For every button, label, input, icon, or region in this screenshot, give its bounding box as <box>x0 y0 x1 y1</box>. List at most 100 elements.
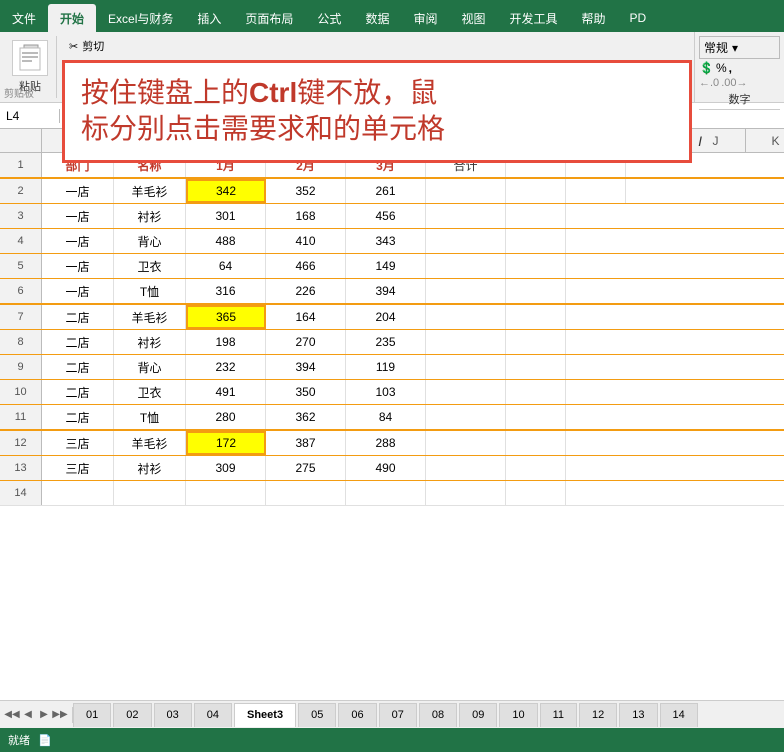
cell-4-feb[interactable]: 410 <box>266 229 346 253</box>
sheet-tab-04[interactable]: 04 <box>194 703 232 727</box>
cell-7-jan[interactable]: 365 <box>186 305 266 329</box>
cell-13-feb[interactable]: 275 <box>266 456 346 480</box>
cell-3-name[interactable]: 衬衫 <box>114 204 186 228</box>
number-format-dropdown[interactable]: 常规 ▾ <box>699 36 780 59</box>
cell-2-name[interactable]: 羊毛衫 <box>114 179 186 203</box>
cell-13-dept[interactable]: 三店 <box>42 456 114 480</box>
percent-icon[interactable]: % <box>716 61 727 75</box>
cell-4-jan[interactable]: 488 <box>186 229 266 253</box>
cell-5-total[interactable] <box>426 254 506 278</box>
tab-help[interactable]: 帮助 <box>570 4 618 32</box>
comma-icon[interactable]: , <box>729 61 732 75</box>
tab-review[interactable]: 审阅 <box>401 4 449 32</box>
cell-name-box[interactable]: L4 <box>0 109 60 123</box>
cell-4-total[interactable] <box>426 229 506 253</box>
cell-5-jan[interactable]: 64 <box>186 254 266 278</box>
cell-11-jan[interactable]: 280 <box>186 405 266 429</box>
cell-12-mar[interactable]: 288 <box>346 431 426 455</box>
cell-12-name[interactable]: 羊毛衫 <box>114 431 186 455</box>
cell-5-dept[interactable]: 一店 <box>42 254 114 278</box>
tab-formula[interactable]: 公式 <box>305 4 353 32</box>
sheet-tab-10[interactable]: 10 <box>499 703 537 727</box>
sheet-tab-11[interactable]: 11 <box>540 703 577 727</box>
cell-7-mar[interactable]: 204 <box>346 305 426 329</box>
tab-developer[interactable]: 开发工具 <box>497 4 569 32</box>
tab-excel-finance[interactable]: Excel与财务 <box>96 4 185 32</box>
cell-6-total[interactable] <box>426 279 506 303</box>
cell-2-mar[interactable]: 261 <box>346 179 426 203</box>
tab-pd[interactable]: PD <box>618 4 659 32</box>
sheet-tab-01[interactable]: 01 <box>73 703 111 727</box>
cell-10-feb[interactable]: 350 <box>266 380 346 404</box>
cell-11-total[interactable] <box>426 405 506 429</box>
cell-11-mar[interactable]: 84 <box>346 405 426 429</box>
sheet-tab-06[interactable]: 06 <box>338 703 376 727</box>
sheet-nav-prev[interactable]: ◀ <box>20 707 36 723</box>
cell-5-name[interactable]: 卫衣 <box>114 254 186 278</box>
cell-8-dept[interactable]: 二店 <box>42 330 114 354</box>
sheet-tab-02[interactable]: 02 <box>113 703 151 727</box>
cell-14-mar[interactable] <box>346 481 426 505</box>
sheet-tab-sheet3[interactable]: Sheet3 <box>234 703 296 727</box>
cell-4-name[interactable]: 背心 <box>114 229 186 253</box>
cell-6-mar[interactable]: 394 <box>346 279 426 303</box>
cell-5-mar[interactable]: 149 <box>346 254 426 278</box>
status-page-icon[interactable]: 📄 <box>38 734 52 747</box>
cell-7-dept[interactable]: 二店 <box>42 305 114 329</box>
cell-14-name[interactable] <box>114 481 186 505</box>
cell-9-dept[interactable]: 二店 <box>42 355 114 379</box>
cut-button[interactable]: ✂ 剪切 <box>65 37 124 55</box>
cell-8-total[interactable] <box>426 330 506 354</box>
sheet-tab-09[interactable]: 09 <box>459 703 497 727</box>
sheet-tab-14[interactable]: 14 <box>660 703 698 727</box>
cell-7-total[interactable] <box>426 305 506 329</box>
cell-10-jan[interactable]: 491 <box>186 380 266 404</box>
tab-page-layout[interactable]: 页面布局 <box>233 4 305 32</box>
currency-icon[interactable]: 💲 <box>699 61 714 75</box>
cell-6-jan[interactable]: 316 <box>186 279 266 303</box>
sheet-tab-08[interactable]: 08 <box>419 703 457 727</box>
cell-13-mar[interactable]: 490 <box>346 456 426 480</box>
cell-14-jan[interactable] <box>186 481 266 505</box>
cell-11-dept[interactable]: 二店 <box>42 405 114 429</box>
spreadsheet-grid[interactable]: 1 部门 名称 1月 2月 3月 合计 2 一店 羊毛衫 342 352 261… <box>0 153 784 700</box>
cell-3-total[interactable] <box>426 204 506 228</box>
cell-4-dept[interactable]: 一店 <box>42 229 114 253</box>
cell-8-name[interactable]: 衬衫 <box>114 330 186 354</box>
paste-icon[interactable] <box>12 40 48 76</box>
cell-10-total[interactable] <box>426 380 506 404</box>
sheet-tab-12[interactable]: 12 <box>579 703 617 727</box>
cell-3-mar[interactable]: 456 <box>346 204 426 228</box>
cell-2-total[interactable] <box>426 179 506 203</box>
cell-3-feb[interactable]: 168 <box>266 204 346 228</box>
tab-home[interactable]: 开始 <box>48 4 96 32</box>
cell-4-mar[interactable]: 343 <box>346 229 426 253</box>
cell-12-feb[interactable]: 387 <box>266 431 346 455</box>
cell-9-mar[interactable]: 119 <box>346 355 426 379</box>
cell-8-jan[interactable]: 198 <box>186 330 266 354</box>
tab-view[interactable]: 视图 <box>449 4 497 32</box>
cell-3-dept[interactable]: 一店 <box>42 204 114 228</box>
sheet-tab-03[interactable]: 03 <box>154 703 192 727</box>
sheet-nav-next[interactable]: ▶ <box>36 707 52 723</box>
cell-9-total[interactable] <box>426 355 506 379</box>
cell-9-jan[interactable]: 232 <box>186 355 266 379</box>
cell-7-name[interactable]: 羊毛衫 <box>114 305 186 329</box>
cell-11-name[interactable]: T恤 <box>114 405 186 429</box>
cell-13-total[interactable] <box>426 456 506 480</box>
cell-9-name[interactable]: 背心 <box>114 355 186 379</box>
tab-data[interactable]: 数据 <box>353 4 401 32</box>
tab-insert[interactable]: 插入 <box>185 4 233 32</box>
cell-6-dept[interactable]: 一店 <box>42 279 114 303</box>
sheet-tab-13[interactable]: 13 <box>619 703 657 727</box>
cell-10-name[interactable]: 卫衣 <box>114 380 186 404</box>
sheet-tab-05[interactable]: 05 <box>298 703 336 727</box>
cell-2-jan[interactable]: 342 <box>186 179 266 203</box>
cell-3-jan[interactable]: 301 <box>186 204 266 228</box>
sheet-nav-last[interactable]: ▶▶ <box>52 707 68 723</box>
cell-12-jan[interactable]: 172 <box>186 431 266 455</box>
cell-8-feb[interactable]: 270 <box>266 330 346 354</box>
cell-6-feb[interactable]: 226 <box>266 279 346 303</box>
cell-9-feb[interactable]: 394 <box>266 355 346 379</box>
cell-10-dept[interactable]: 二店 <box>42 380 114 404</box>
